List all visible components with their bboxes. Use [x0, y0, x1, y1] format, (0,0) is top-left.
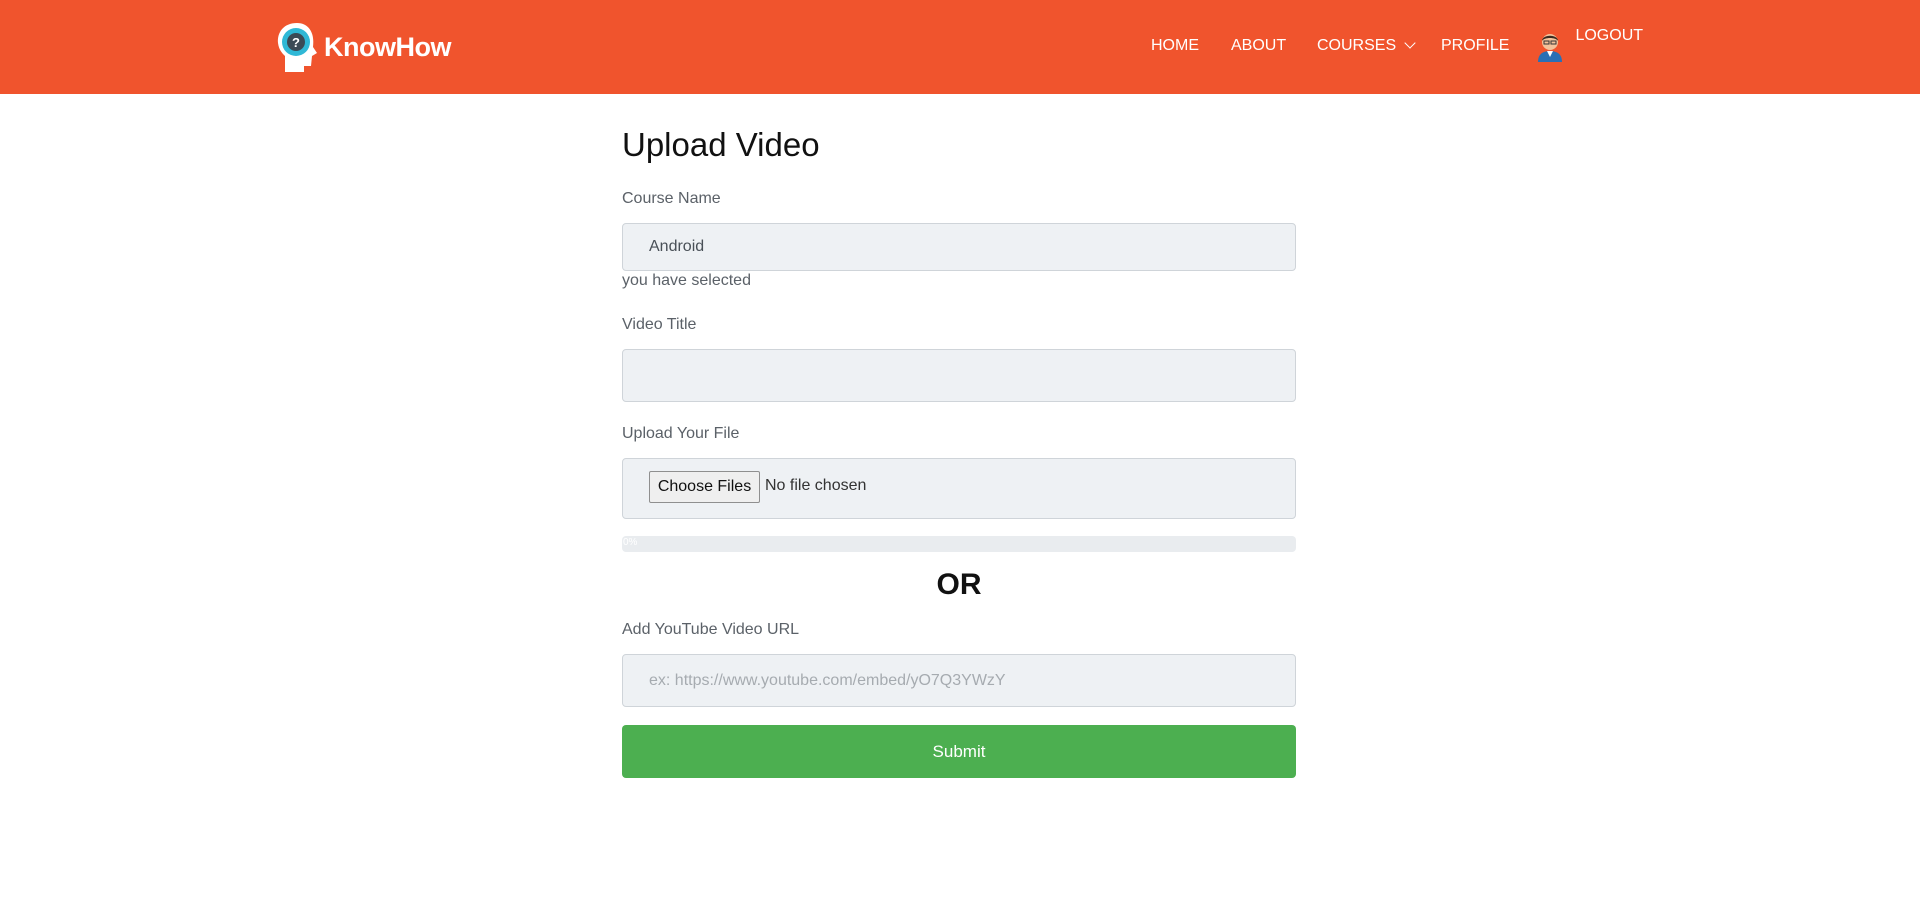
nav-courses[interactable]: COURSES [1317, 37, 1416, 55]
user-avatar-icon [1538, 34, 1562, 62]
upload-progress-bar: 0% [622, 536, 1296, 552]
file-input[interactable]: Choose Files No file chosen [622, 458, 1296, 519]
nav-courses-label: COURSES [1317, 37, 1397, 54]
or-divider: OR [936, 568, 982, 601]
choose-files-button[interactable]: Choose Files [649, 471, 760, 503]
page-title: Upload Video [622, 126, 820, 163]
youtube-url-label: Add YouTube Video URL [622, 621, 800, 638]
youtube-url-placeholder: ex: https://www.youtube.com/embed/yO7Q3Y… [649, 672, 1006, 689]
nav-logout-label: LOGOUT [1575, 27, 1644, 45]
course-name-label: Course Name [622, 190, 721, 207]
brand-logo[interactable]: ? KnowHow [274, 20, 451, 74]
course-name-field[interactable]: Android [622, 223, 1296, 271]
svg-text:?: ? [292, 35, 300, 50]
nav-home[interactable]: HOME [1151, 37, 1199, 55]
top-navbar: ? KnowHow HOME ABOUT COURSES PROFILE LOG… [0, 0, 1920, 94]
nav-profile[interactable]: PROFILE [1441, 37, 1509, 55]
nav-about[interactable]: ABOUT [1231, 37, 1286, 55]
brand-name: KnowHow [324, 31, 451, 62]
progress-label: 0% [623, 537, 638, 548]
video-title-input[interactable] [622, 349, 1296, 402]
chevron-down-icon [1404, 37, 1416, 49]
submit-button[interactable]: Submit [622, 725, 1296, 778]
course-selected-note: you have selected [622, 272, 751, 289]
file-status: No file chosen [765, 477, 867, 494]
head-question-icon: ? [277, 23, 317, 72]
youtube-url-input[interactable]: ex: https://www.youtube.com/embed/yO7Q3Y… [622, 654, 1296, 707]
course-name-value: Android [649, 238, 705, 255]
upload-file-label: Upload Your File [622, 425, 740, 442]
nav-logout[interactable]: LOGOUT [1535, 27, 1644, 62]
video-title-label: Video Title [622, 316, 697, 333]
